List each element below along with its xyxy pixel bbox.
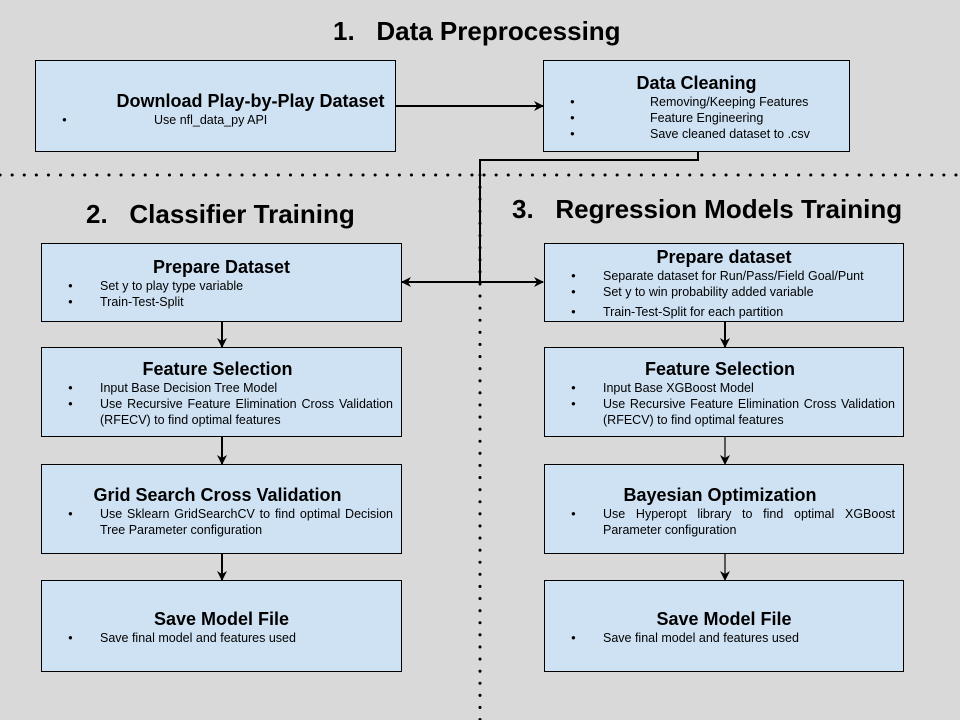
box-title: Save Model File [153, 609, 290, 629]
box-classifier-feature-selection: Feature Selection Input Base Decision Tr… [41, 347, 402, 437]
bullet-item: Set y to play type variable [42, 278, 401, 294]
box-title: Prepare dataset [656, 247, 792, 267]
box-grid-search-cv: Grid Search Cross Validation Use Sklearn… [41, 464, 402, 554]
box-classifier-prepare-dataset: Prepare Dataset Set y to play type varia… [41, 243, 402, 322]
section-title-regression: 3. Regression Models Training [512, 194, 903, 224]
bullet-item: Use Recursive Feature Elimination Cross … [42, 396, 393, 428]
bullet-list: Save final model and features used [545, 630, 903, 646]
bullet-list: Save final model and features used [42, 630, 401, 646]
box-title: Feature Selection [644, 359, 796, 379]
bullet-item: Use Hyperopt library to find optimal XGB… [545, 506, 895, 538]
bullet-item: Separate dataset for Run/Pass/Field Goal… [545, 268, 903, 284]
bullet-item: Use nfl_data_py API [36, 112, 395, 128]
bullet-item: Feature Engineering [544, 110, 849, 126]
bullet-item: Save final model and features used [545, 630, 903, 646]
bullet-list: Use Hyperopt library to find optimal XGB… [545, 506, 895, 538]
bullet-item: Input Base XGBoost Model [545, 380, 895, 396]
bullet-list: Input Base Decision Tree Model Use Recur… [42, 380, 393, 428]
box-data-cleaning: Data Cleaning Removing/Keeping Features … [543, 60, 850, 152]
bullet-list: Use Sklearn GridSearchCV to find optimal… [42, 506, 393, 538]
bullet-item: Train-Test-Split for each partition [545, 304, 903, 320]
bullet-item: Save cleaned dataset to .csv [544, 126, 849, 142]
box-title: Save Model File [656, 609, 792, 629]
bullet-item: Removing/Keeping Features [544, 94, 849, 110]
box-regression-prepare-dataset: Prepare dataset Separate dataset for Run… [544, 243, 904, 322]
bullet-item: Set y to win probability added variable [545, 284, 903, 300]
section-title-preprocessing: 1. Data Preprocessing [333, 16, 621, 46]
box-regression-feature-selection: Feature Selection Input Base XGBoost Mod… [544, 347, 904, 437]
bullet-list: Separate dataset for Run/Pass/Field Goal… [545, 268, 903, 320]
bullet-item: Use Recursive Feature Elimination Cross … [545, 396, 895, 428]
bullet-item: Use Sklearn GridSearchCV to find optimal… [42, 506, 393, 538]
bullet-list: Removing/Keeping Features Feature Engine… [544, 94, 849, 142]
bullet-item: Input Base Decision Tree Model [42, 380, 393, 396]
bullet-item: Train-Test-Split [42, 294, 401, 310]
box-title: Grid Search Cross Validation [93, 485, 342, 505]
box-classifier-save-model: Save Model File Save final model and fea… [41, 580, 402, 672]
bullet-list: Use nfl_data_py API [36, 112, 395, 128]
box-regression-save-model: Save Model File Save final model and fea… [544, 580, 904, 672]
box-title: Download Play-by-Play Dataset [116, 91, 385, 111]
bullet-list: Set y to play type variable Train-Test-S… [42, 278, 401, 310]
box-bayesian-optimization: Bayesian Optimization Use Hyperopt libra… [544, 464, 904, 554]
box-title: Bayesian Optimization [623, 485, 817, 505]
bullet-item: Save final model and features used [42, 630, 401, 646]
box-title: Prepare Dataset [152, 257, 291, 277]
bullet-list: Input Base XGBoost Model Use Recursive F… [545, 380, 895, 428]
box-title: Data Cleaning [636, 73, 757, 93]
section-title-classifier: 2. Classifier Training [86, 199, 355, 229]
box-title: Feature Selection [142, 359, 293, 379]
box-download-dataset: Download Play-by-Play Dataset Use nfl_da… [35, 60, 396, 152]
